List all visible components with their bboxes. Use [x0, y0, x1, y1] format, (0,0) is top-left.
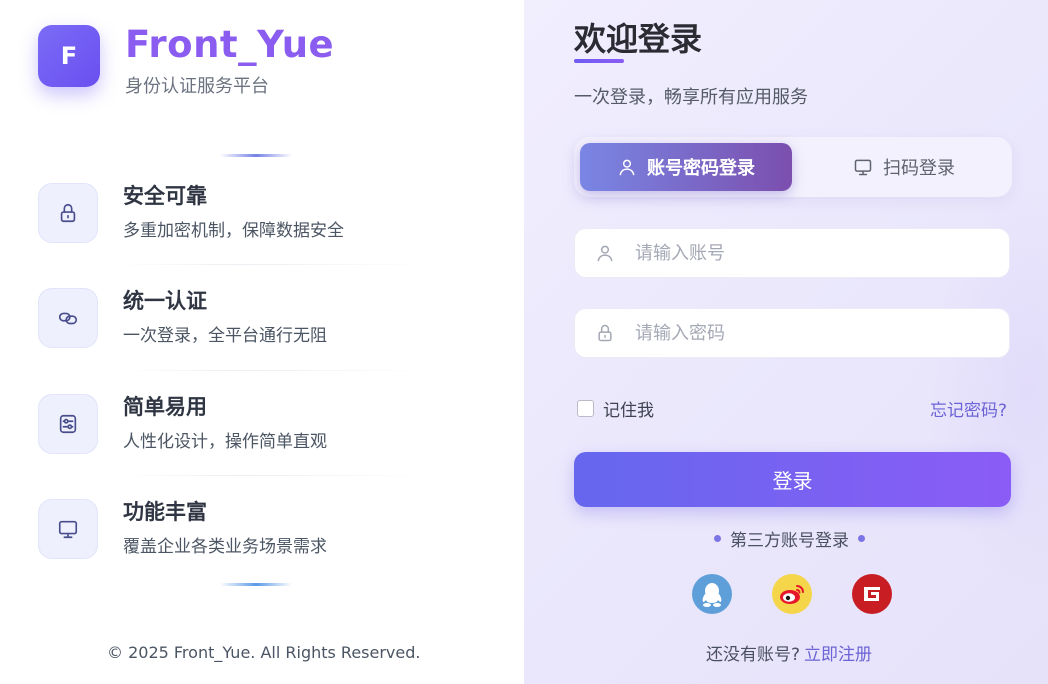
qq-login-button[interactable]	[692, 574, 732, 614]
register-text: 还没有账号?	[706, 645, 801, 665]
feature-desc: 一次登录，全平台通行无阻	[123, 326, 327, 346]
gitee-icon	[864, 587, 880, 601]
remember-checkbox[interactable]	[577, 400, 594, 417]
decorative-divider	[220, 583, 292, 586]
feature-divider	[118, 264, 428, 265]
title-underline	[574, 59, 624, 63]
password-field[interactable]	[574, 308, 1010, 358]
gitee-login-button[interactable]	[852, 574, 892, 614]
remember-me[interactable]: 记住我	[577, 396, 654, 421]
decorative-divider	[220, 154, 292, 157]
lock-icon	[575, 323, 635, 343]
username-input[interactable]	[635, 242, 975, 264]
monitor-icon	[38, 499, 98, 559]
login-button[interactable]: 登录	[574, 452, 1011, 507]
feature-title: 简单易用	[123, 395, 207, 419]
login-subtitle: 一次登录，畅享所有应用服务	[574, 87, 808, 108]
username-field[interactable]	[574, 228, 1010, 278]
qq-icon	[702, 583, 722, 607]
feature-divider	[118, 475, 428, 476]
feature-title: 安全可靠	[123, 184, 207, 208]
brand-subtitle: 身份认证服务平台	[125, 76, 269, 97]
login-panel: 欢迎登录 一次登录，畅享所有应用服务 账号密码登录 扫码登录 请输入账号 记住我…	[524, 0, 1048, 684]
password-input[interactable]	[635, 322, 975, 344]
forgot-password-link[interactable]: 忘记密码?	[930, 396, 1007, 421]
link-icon	[38, 288, 98, 348]
feature-rich: 功能丰富 覆盖企业各类业务场景需求	[38, 499, 438, 571]
copyright: © 2025 Front_Yue. All Rights Reserved.	[107, 643, 421, 662]
brand-panel: F Front_Yue 身份认证服务平台 安全可靠 多重加密机制，保障数据安全 …	[0, 0, 524, 684]
weibo-icon	[780, 585, 804, 604]
feature-security: 安全可靠 多重加密机制，保障数据安全	[38, 183, 438, 255]
dot-icon	[858, 535, 865, 542]
feature-divider	[118, 370, 428, 371]
feature-sso: 统一认证 一次登录，全平台通行无阻	[38, 288, 438, 360]
register-link[interactable]: 立即注册	[804, 645, 872, 665]
user-icon	[619, 159, 635, 176]
register-prompt: 还没有账号? 立即注册	[706, 640, 872, 665]
tab-label: 扫码登录	[883, 158, 955, 179]
weibo-login-button[interactable]	[772, 574, 812, 614]
feature-title: 统一认证	[123, 289, 207, 313]
logo: F	[38, 25, 100, 87]
feature-title: 功能丰富	[123, 500, 207, 524]
feature-desc: 覆盖企业各类业务场景需求	[123, 537, 327, 557]
dot-icon	[714, 535, 721, 542]
remember-label: 记住我	[603, 401, 654, 421]
third-party-label: 第三方账号登录	[730, 531, 849, 551]
brand-name: Front_Yue	[125, 23, 335, 66]
third-party-divider: 第三方账号登录	[714, 526, 865, 551]
lock-icon	[38, 183, 98, 243]
sliders-icon	[38, 394, 98, 454]
tab-password-login[interactable]: 账号密码登录	[580, 143, 792, 191]
feature-desc: 人性化设计，操作简单直观	[123, 432, 327, 452]
monitor-icon	[854, 159, 872, 176]
login-title: 欢迎登录	[574, 20, 703, 58]
tab-qr-login[interactable]: 扫码登录	[804, 143, 1004, 191]
feature-ease: 简单易用 人性化设计，操作简单直观	[38, 394, 438, 466]
user-icon	[575, 243, 635, 263]
feature-desc: 多重加密机制，保障数据安全	[123, 221, 344, 241]
login-tabs: 账号密码登录 扫码登录	[574, 137, 1012, 197]
tab-label: 账号密码登录	[647, 158, 755, 179]
